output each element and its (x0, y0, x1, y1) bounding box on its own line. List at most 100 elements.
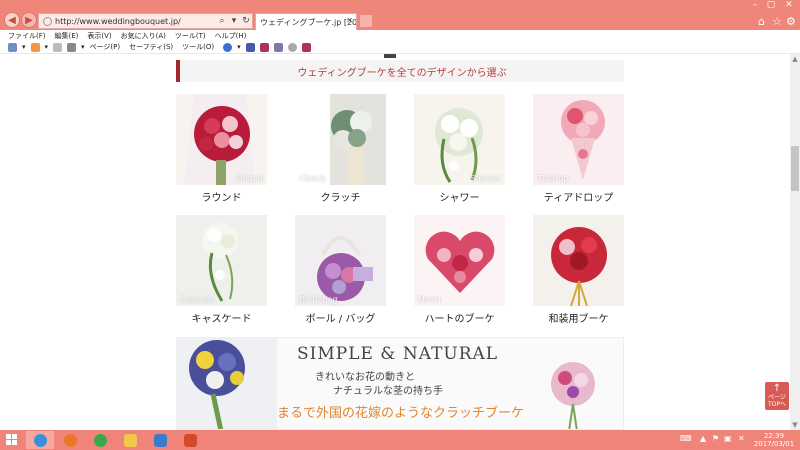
onenote-icon[interactable] (259, 42, 269, 52)
nav-marker (384, 54, 396, 58)
print-icon[interactable] (67, 42, 77, 52)
bouquet-card-shower[interactable]: Shower シャワー (414, 94, 505, 204)
bouquet-card-teardrop[interactable]: Tiadrop ティアドロップ (533, 94, 624, 204)
heart-bouquet-icon (414, 215, 505, 306)
gear-icon[interactable]: ⚙ (786, 15, 796, 28)
close-button[interactable]: ✕ (782, 0, 796, 10)
menu-favorites[interactable]: お気に入り(A) (121, 31, 166, 41)
bouquet-caption[interactable]: シャワー (414, 189, 505, 204)
bouquet-caption[interactable]: 和装用ブーケ (533, 310, 624, 325)
tab-close-icon[interactable]: ✕ (346, 16, 353, 25)
dropdown-icon[interactable]: ▾ (22, 43, 26, 51)
arrow-up-icon: ↑ (772, 383, 782, 394)
page-menu[interactable]: ページ(P) (90, 42, 121, 52)
bouquet-image-round[interactable]: Round (176, 94, 267, 185)
bouquet-caption[interactable]: ハートのブーケ (414, 310, 505, 325)
bouquet-image-japanese[interactable] (533, 215, 624, 306)
taskbar-chrome[interactable] (86, 431, 114, 449)
help-icon[interactable] (223, 42, 233, 52)
bouquet-image-shower[interactable]: Shower (414, 94, 505, 185)
bouquet-caption[interactable]: クラッチ (295, 189, 386, 204)
section-title: ウェディングブーケを全てのデザインから選ぶ (297, 67, 507, 79)
bouquet-image-ball-bag[interactable]: Ball&Bag (295, 215, 386, 306)
clutch-promo-banner[interactable]: SIMPLE & NATURAL きれいなお花の動きと ナチュラルな茎の持ち手 … (176, 337, 624, 430)
scroll-thumb[interactable] (791, 146, 799, 191)
bouquet-image-heart[interactable]: Heart (414, 215, 505, 306)
bouquet-card-round[interactable]: Round ラウンド (176, 94, 267, 204)
network-icon[interactable]: ▣ (724, 434, 732, 443)
rss-feed-icon[interactable] (30, 42, 40, 52)
menu-bar: ファイル(F) 編集(E) 表示(V) お気に入り(A) ツール(T) ヘルプ(… (0, 30, 800, 41)
onenote-link-icon[interactable] (301, 42, 311, 52)
bouquet-label-en: Round (236, 174, 263, 183)
maximize-button[interactable]: ▢ (764, 0, 778, 10)
tray-up-icon[interactable]: ▲ (700, 434, 706, 443)
bouquet-caption[interactable]: キャスケード (176, 310, 267, 325)
back-button[interactable]: ◀ (4, 12, 20, 28)
vertical-scrollbar[interactable]: ▲ ▼ (790, 54, 800, 430)
round-bouquet-icon (176, 94, 267, 185)
tab-title: ウェディングブーケ.jp [2017... (260, 17, 357, 27)
bouquet-image-cascade[interactable]: Cascade (176, 215, 267, 306)
banner-headline: まるで外国の花嫁のようなクラッチブーケ (277, 406, 525, 421)
scroll-up-icon[interactable]: ▲ (790, 54, 800, 64)
taskbar-clock[interactable]: 22:39 2017/03/01 (752, 432, 796, 448)
ball-bag-bouquet-icon (295, 215, 386, 306)
back-arrow-icon: ◀ (8, 14, 16, 26)
bouquet-caption[interactable]: ラウンド (176, 189, 267, 204)
forward-button[interactable]: ▶ (21, 12, 37, 28)
blog-icon[interactable] (273, 42, 283, 52)
bouquet-image-teardrop[interactable]: Tiadrop (533, 94, 624, 185)
tools-menu[interactable]: ツール(O) (182, 42, 214, 52)
dropdown-icon[interactable]: ▾ (237, 43, 241, 51)
page-top-label-1: ページ (768, 394, 786, 401)
taskbar: ⌨ ▲ ⚑ ▣ ✕ 22:39 2017/03/01 (0, 430, 800, 450)
safety-menu[interactable]: セーフティ(S) (129, 42, 173, 52)
banner-subtitle-1: きれいなお花の動きと (315, 372, 415, 383)
bouquet-caption[interactable]: ティアドロップ (533, 189, 624, 204)
address-url[interactable]: http://www.weddingbouquet.jp/ (55, 17, 216, 26)
new-tab-button[interactable] (360, 15, 372, 27)
menu-help[interactable]: ヘルプ(H) (215, 31, 247, 41)
home-page-icon[interactable] (8, 42, 17, 52)
flag-icon[interactable]: ⚑ (712, 434, 719, 443)
taskbar-help[interactable] (146, 431, 174, 449)
minimize-button[interactable]: – (748, 0, 762, 10)
keyboard-icon[interactable]: ⌨ (680, 434, 692, 443)
bouquet-card-japanese[interactable]: 和装用ブーケ (533, 215, 624, 325)
mail-icon[interactable] (53, 42, 63, 52)
page-top-button[interactable]: ↑ ページ TOPへ (765, 382, 789, 410)
bouquet-image-clutch[interactable]: Clutch (295, 94, 386, 185)
menu-view[interactable]: 表示(V) (87, 31, 111, 41)
volume-icon[interactable]: ✕ (738, 434, 745, 443)
settings-icon[interactable] (287, 42, 297, 52)
bouquet-card-heart[interactable]: Heart ハートのブーケ (414, 215, 505, 325)
taskbar-powerpoint[interactable] (176, 431, 204, 449)
menu-file[interactable]: ファイル(F) (8, 31, 46, 41)
tab-active[interactable]: ウェディングブーケ.jp [2017... ✕ (255, 13, 357, 30)
home-icon[interactable]: ⌂ (758, 15, 765, 28)
bouquet-caption[interactable]: ボール / バッグ (295, 310, 386, 325)
scroll-down-icon[interactable]: ▼ (790, 420, 800, 430)
search-icon[interactable]: ⌕ (216, 16, 228, 26)
research-icon[interactable] (245, 42, 255, 52)
dropdown-icon[interactable]: ▾ (81, 43, 85, 51)
star-icon[interactable]: ☆ (772, 15, 782, 28)
taskbar-firefox[interactable] (56, 431, 84, 449)
refresh-icon[interactable]: ↻ (240, 16, 252, 26)
banner-bouquet-right-icon (551, 362, 595, 429)
dropdown-icon[interactable]: ▾ (228, 16, 240, 26)
bouquet-label-en: Clutch (299, 174, 326, 183)
bouquet-card-clutch[interactable]: Clutch クラッチ (295, 94, 386, 204)
dropdown-icon[interactable]: ▾ (45, 43, 49, 51)
taskbar-ie[interactable] (26, 431, 54, 449)
page-top-label-2: TOPへ (767, 401, 786, 408)
taskbar-explorer[interactable] (116, 431, 144, 449)
banner-bouquet-left-icon (177, 338, 277, 429)
menu-tools[interactable]: ツール(T) (175, 31, 206, 41)
address-bar[interactable]: http://www.weddingbouquet.jp/ ⌕ ▾ ↻ (38, 13, 253, 29)
bouquet-card-ball-bag[interactable]: Ball&Bag ボール / バッグ (295, 215, 386, 325)
windows-start-icon[interactable] (6, 434, 18, 446)
menu-edit[interactable]: 編集(E) (55, 31, 79, 41)
bouquet-card-cascade[interactable]: Cascade キャスケード (176, 215, 267, 325)
